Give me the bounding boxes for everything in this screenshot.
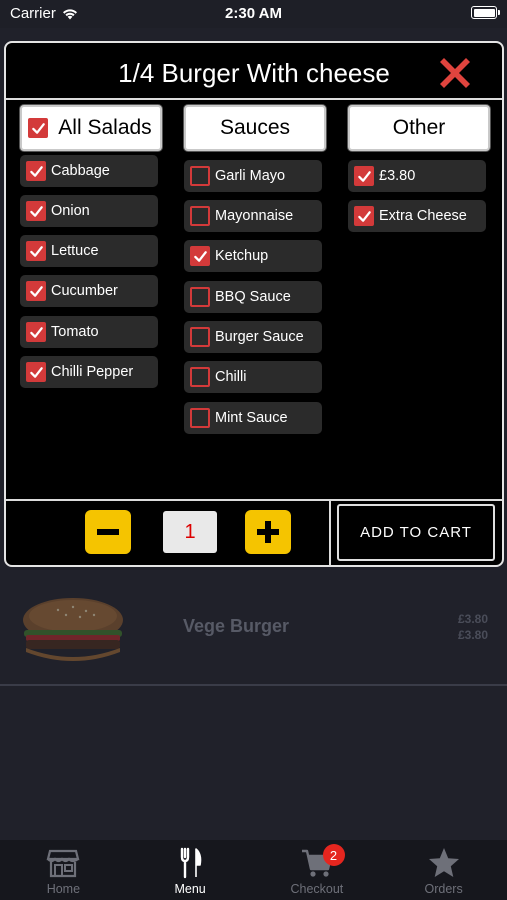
footer-vertical-divider: [329, 501, 331, 565]
product-price: £3.80: [457, 628, 488, 642]
option-label: Onion: [51, 203, 90, 219]
other-label: Other: [392, 116, 446, 139]
tab-other[interactable]: Other: [348, 105, 490, 151]
option-bbq-sauce[interactable]: BBQ Sauce: [184, 281, 322, 313]
close-button[interactable]: [434, 52, 476, 94]
tab-orders[interactable]: Orders: [380, 840, 507, 900]
option-mint-sauce[interactable]: Mint Sauce: [184, 402, 322, 434]
option-burger-sauce[interactable]: Burger Sauce: [184, 321, 322, 353]
checkbox[interactable]: [190, 206, 210, 226]
option-garli-mayo[interactable]: Garli Mayo: [184, 160, 322, 192]
sauces-label: Sauces: [219, 116, 291, 139]
header-divider: [6, 98, 502, 100]
checkbox[interactable]: [26, 362, 46, 382]
checkbox[interactable]: [26, 281, 46, 301]
option-chilli[interactable]: Chilli: [184, 361, 322, 393]
option-label: Lettuce: [51, 243, 99, 259]
plus-icon: [257, 521, 279, 543]
checkbox[interactable]: [190, 327, 210, 347]
checkbox[interactable]: [26, 322, 46, 342]
option-extra-cheese[interactable]: Extra Cheese: [348, 200, 486, 232]
option-price[interactable]: £3.80: [348, 160, 486, 192]
option-label: BBQ Sauce: [215, 289, 291, 305]
tab-label: Orders: [424, 882, 463, 896]
checkbox[interactable]: [190, 367, 210, 387]
all-salads-checkbox[interactable]: [28, 118, 48, 138]
product-price: £3.80: [457, 612, 488, 626]
minus-icon: [97, 529, 119, 535]
option-label: Cabbage: [51, 163, 110, 179]
decrease-quantity-button[interactable]: [85, 510, 131, 554]
checkbox[interactable]: [26, 161, 46, 181]
tab-label: Menu: [174, 882, 206, 896]
modal-title: 1/4 Burger With cheese: [118, 58, 390, 88]
option-label: Garli Mayo: [215, 168, 286, 184]
all-salads-label: All Salads: [58, 116, 152, 139]
check-icon: [29, 205, 43, 217]
tab-all-salads[interactable]: All Salads: [20, 105, 162, 151]
product-name: Vege Burger: [183, 616, 290, 636]
checkbox[interactable]: [26, 241, 46, 261]
tab-bar: Home Menu 2 Checkout Orders: [0, 840, 507, 900]
checkbox[interactable]: [190, 246, 210, 266]
option-label: Ketchup: [215, 248, 269, 264]
tab-checkout[interactable]: 2 Checkout: [254, 840, 381, 900]
store-icon: [46, 849, 80, 878]
option-label: Cucumber: [51, 283, 118, 299]
check-icon: [29, 245, 43, 257]
option-label: Tomato: [51, 324, 99, 340]
option-label: Extra Cheese: [379, 208, 467, 224]
check-icon: [357, 210, 371, 222]
cart-badge: 2: [322, 844, 345, 866]
option-chilli-pepper[interactable]: Chilli Pepper: [20, 356, 158, 388]
star-icon: [428, 848, 459, 877]
option-tomato[interactable]: Tomato: [20, 316, 158, 348]
checkbox[interactable]: [354, 206, 374, 226]
add-to-cart-button[interactable]: ADD TO CART: [337, 504, 495, 561]
tab-label: Home: [46, 882, 81, 896]
tab-sauces[interactable]: Sauces: [184, 105, 326, 151]
option-ketchup[interactable]: Ketchup: [184, 240, 322, 272]
option-cabbage[interactable]: Cabbage: [20, 155, 158, 187]
checkbox[interactable]: [26, 201, 46, 221]
checkbox[interactable]: [190, 408, 210, 428]
battery-icon: [471, 6, 500, 19]
check-icon: [357, 170, 371, 182]
option-label: Mint Sauce: [215, 410, 288, 426]
fork-knife-icon: [180, 847, 202, 879]
close-icon: [440, 58, 470, 88]
burger-image: [23, 598, 123, 661]
option-label: £3.80: [379, 168, 416, 184]
tab-label: Checkout: [290, 882, 344, 896]
options-modal: 1/4 Burger With cheese All Salads Sauces…: [4, 41, 504, 567]
option-label: Burger Sauce: [215, 329, 304, 345]
product-row[interactable]: Vege Burger £3.80 £3.80: [0, 572, 507, 686]
option-label: Chilli: [215, 369, 247, 385]
check-icon: [193, 250, 207, 262]
checkbox[interactable]: [190, 287, 210, 307]
checkbox[interactable]: [190, 166, 210, 186]
tab-menu[interactable]: Menu: [127, 840, 254, 900]
check-icon: [29, 285, 43, 297]
check-icon: [29, 366, 43, 378]
option-onion[interactable]: Onion: [20, 195, 158, 227]
check-icon: [31, 122, 45, 134]
option-mayonnaise[interactable]: Mayonnaise: [184, 200, 322, 232]
tab-home[interactable]: Home: [0, 840, 127, 900]
check-icon: [29, 326, 43, 338]
option-lettuce[interactable]: Lettuce: [20, 235, 158, 267]
checkbox[interactable]: [354, 166, 374, 186]
option-cucumber[interactable]: Cucumber: [20, 275, 158, 307]
check-icon: [29, 165, 43, 177]
option-label: Mayonnaise: [215, 208, 294, 224]
option-label: Chilli Pepper: [51, 364, 134, 380]
footer-divider: [6, 499, 502, 501]
status-bar: Carrier 2:30 AM: [0, 0, 507, 28]
status-time: 2:30 AM: [225, 5, 282, 22]
quantity-field[interactable]: 1: [163, 511, 217, 553]
increase-quantity-button[interactable]: [245, 510, 291, 554]
